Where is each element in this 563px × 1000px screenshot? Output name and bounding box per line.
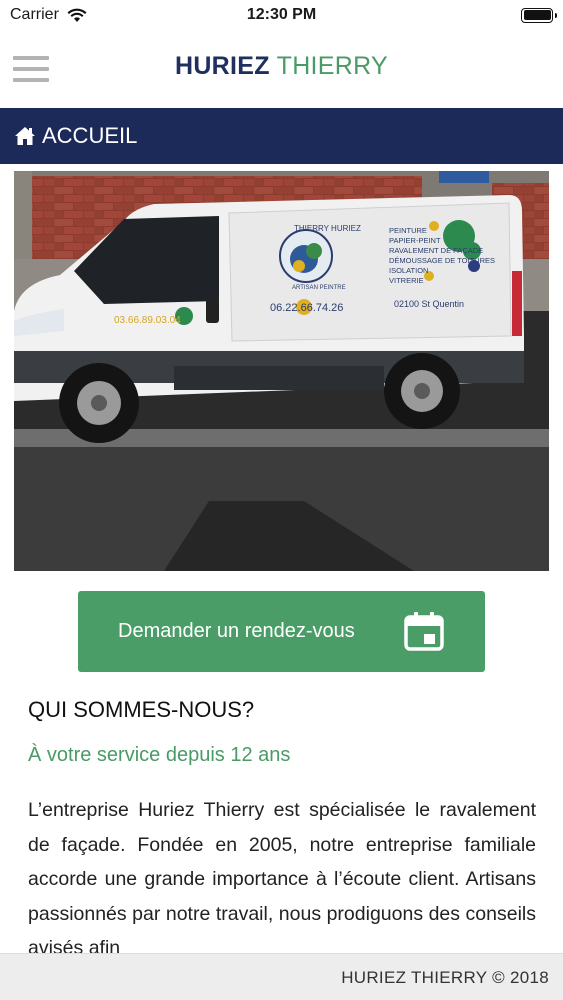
about-title: QUI SOMMES-NOUS? (28, 697, 255, 722)
van-service-3: RAVALEMENT DE FAÇADE (389, 246, 483, 255)
brand-second: THIERRY (276, 52, 389, 80)
van-service-6: VITRERIE (389, 276, 424, 285)
van-phone-side: 06.22.66.74.26 (270, 302, 343, 314)
wifi-icon (67, 8, 87, 22)
brand-title: HURIEZ THIERRY (0, 52, 563, 81)
battery-icon (521, 7, 557, 23)
page-title: ACCUEIL (42, 123, 138, 148)
hero-van-photo: THIERRY HURIEZ ARTISAN PEINTRE PEINTURE … (14, 171, 549, 571)
van-brand-subtext: ARTISAN PEINTRE (292, 285, 346, 291)
brand-first: HURIEZ (174, 52, 270, 80)
van-service-1: PEINTURE (389, 226, 427, 235)
calendar-icon (404, 612, 444, 651)
status-bar: Carrier 12:30 PM (0, 0, 563, 30)
carrier-label: Carrier (10, 6, 59, 23)
request-appointment-button[interactable]: Demander un rendez-vous (78, 591, 485, 672)
request-appointment-label: Demander un rendez-vous (118, 620, 355, 642)
van-service-5: ISOLATION (389, 266, 428, 275)
footer-copyright: HURIEZ THIERRY © 2018 (341, 968, 549, 987)
van-photo-illustration: THIERRY HURIEZ ARTISAN PEINTRE PEINTURE … (14, 171, 549, 571)
app-header: HURIEZ THIERRY (0, 30, 563, 108)
home-icon (15, 127, 35, 145)
van-service-2: PAPIER-PEINT (389, 236, 441, 245)
about-subtitle: À votre service depuis 12 ans (28, 744, 291, 766)
status-left: Carrier (10, 6, 87, 24)
about-body: L’entreprise Huriez Thierry est spéciali… (28, 799, 536, 958)
van-city: 02100 St Quentin (394, 299, 464, 309)
van-phone-door: 03.66.89.03.04 (114, 315, 181, 326)
footer: HURIEZ THIERRY © 2018 (0, 953, 563, 1000)
page-nav-bar[interactable]: ACCUEIL (0, 108, 563, 164)
van-service-4: DÉMOUSSAGE DE TOITURES (389, 256, 495, 265)
van-brand-text: THIERRY HURIEZ (294, 224, 361, 233)
